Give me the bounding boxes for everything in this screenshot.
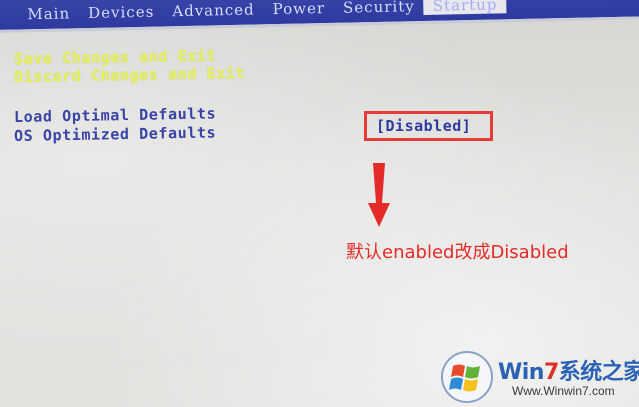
watermark-url: Www.Winwin7.com bbox=[512, 384, 615, 398]
watermark: Win7系统之家 Www.Winwin7.com bbox=[440, 350, 639, 404]
os-optimized-value[interactable]: [Disabled] bbox=[376, 117, 471, 135]
tab-power[interactable]: Power bbox=[263, 0, 334, 18]
watermark-brand-digit: 7 bbox=[543, 360, 559, 385]
annotation-text: 默认enabled改成Disabled bbox=[346, 242, 569, 263]
menu-item-load-optimal-defaults[interactable]: Load Optimal Defaults bbox=[14, 104, 217, 126]
menu-tabs: Main Devices Advanced Power Security Sta… bbox=[18, 0, 507, 23]
arrow-down-icon bbox=[368, 163, 390, 227]
tab-advanced[interactable]: Advanced bbox=[163, 0, 264, 21]
windows-logo-icon bbox=[441, 351, 493, 403]
tab-main[interactable]: Main bbox=[18, 4, 79, 23]
tab-devices[interactable]: Devices bbox=[79, 2, 164, 22]
tab-security[interactable]: Security bbox=[334, 0, 424, 17]
menu-item-os-optimized-defaults[interactable]: OS Optimized Defaults bbox=[14, 123, 217, 145]
bios-menubar: Main Devices Advanced Power Security Sta… bbox=[0, 0, 639, 33]
watermark-brand-prefix: Win bbox=[498, 360, 544, 385]
tab-startup[interactable]: Startup bbox=[423, 0, 507, 16]
watermark-brand: Win7系统之家 bbox=[498, 354, 639, 386]
bios-screen: Main Devices Advanced Power Security Sta… bbox=[0, 0, 639, 407]
menu-item-discard-changes-and-exit[interactable]: Discard Changes and Exit bbox=[14, 64, 245, 86]
watermark-brand-suffix: 系统之家 bbox=[558, 360, 639, 385]
